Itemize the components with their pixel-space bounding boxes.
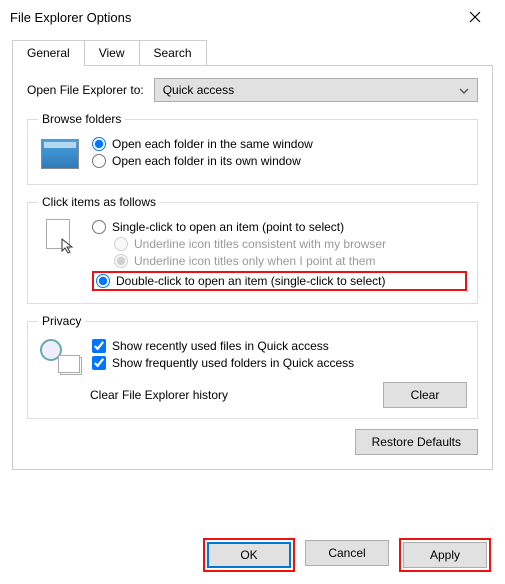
browse-legend: Browse folders bbox=[38, 112, 125, 126]
open-to-value: Quick access bbox=[163, 83, 234, 97]
highlight-double-click: Double-click to open an item (single-cli… bbox=[92, 271, 467, 291]
tab-view[interactable]: View bbox=[84, 40, 140, 66]
browse-folders-group: Browse folders Open each folder in the s… bbox=[27, 112, 478, 185]
radio-same-window-input[interactable] bbox=[92, 137, 106, 151]
privacy-legend: Privacy bbox=[38, 314, 85, 328]
open-to-label: Open File Explorer to: bbox=[27, 83, 144, 97]
radio-own-window-input[interactable] bbox=[92, 154, 106, 168]
click-items-group: Click items as follows Single-click to o… bbox=[27, 195, 478, 304]
radio-single-click-input[interactable] bbox=[92, 220, 106, 234]
privacy-icon bbox=[38, 336, 82, 376]
radio-underline-point-input bbox=[114, 254, 128, 268]
radio-single-click[interactable]: Single-click to open an item (point to s… bbox=[92, 220, 467, 234]
cancel-button[interactable]: Cancel bbox=[305, 540, 389, 566]
check-frequent-folders[interactable]: Show frequently used folders in Quick ac… bbox=[92, 356, 467, 370]
radio-same-window[interactable]: Open each folder in the same window bbox=[92, 137, 467, 151]
clear-button[interactable]: Clear bbox=[383, 382, 467, 408]
radio-underline-browser-input bbox=[114, 237, 128, 251]
check-recent-files-input[interactable] bbox=[92, 339, 106, 353]
dialog-buttons: OK Cancel Apply bbox=[203, 538, 491, 572]
radio-double-click[interactable]: Double-click to open an item (single-cli… bbox=[96, 274, 463, 288]
tab-strip: General View Search bbox=[12, 40, 493, 66]
open-to-dropdown[interactable]: Quick access bbox=[154, 78, 478, 102]
tab-search[interactable]: Search bbox=[139, 40, 207, 66]
radio-own-window[interactable]: Open each folder in its own window bbox=[92, 154, 467, 168]
check-recent-files[interactable]: Show recently used files in Quick access bbox=[92, 339, 467, 353]
radio-underline-point: Underline icon titles only when I point … bbox=[114, 254, 467, 268]
click-icon bbox=[38, 217, 82, 257]
title-bar: File Explorer Options bbox=[0, 0, 505, 34]
close-button[interactable] bbox=[455, 4, 495, 30]
apply-button[interactable]: Apply bbox=[403, 542, 487, 568]
highlight-apply: Apply bbox=[399, 538, 491, 572]
tab-panel-general: Open File Explorer to: Quick access Brow… bbox=[12, 65, 493, 470]
radio-double-click-input[interactable] bbox=[96, 274, 110, 288]
tab-general[interactable]: General bbox=[12, 40, 85, 66]
close-icon bbox=[469, 11, 481, 23]
folder-icon bbox=[38, 134, 82, 174]
click-legend: Click items as follows bbox=[38, 195, 160, 209]
clear-history-label: Clear File Explorer history bbox=[90, 388, 228, 402]
window-title: File Explorer Options bbox=[10, 10, 131, 25]
check-frequent-folders-input[interactable] bbox=[92, 356, 106, 370]
highlight-ok: OK bbox=[203, 538, 295, 572]
privacy-group: Privacy Show recently used files in Quic… bbox=[27, 314, 478, 419]
radio-underline-browser: Underline icon titles consistent with my… bbox=[114, 237, 467, 251]
restore-defaults-button[interactable]: Restore Defaults bbox=[355, 429, 478, 455]
ok-button[interactable]: OK bbox=[207, 542, 291, 568]
cancel-wrap: Cancel bbox=[303, 538, 391, 572]
chevron-down-icon bbox=[459, 83, 469, 97]
